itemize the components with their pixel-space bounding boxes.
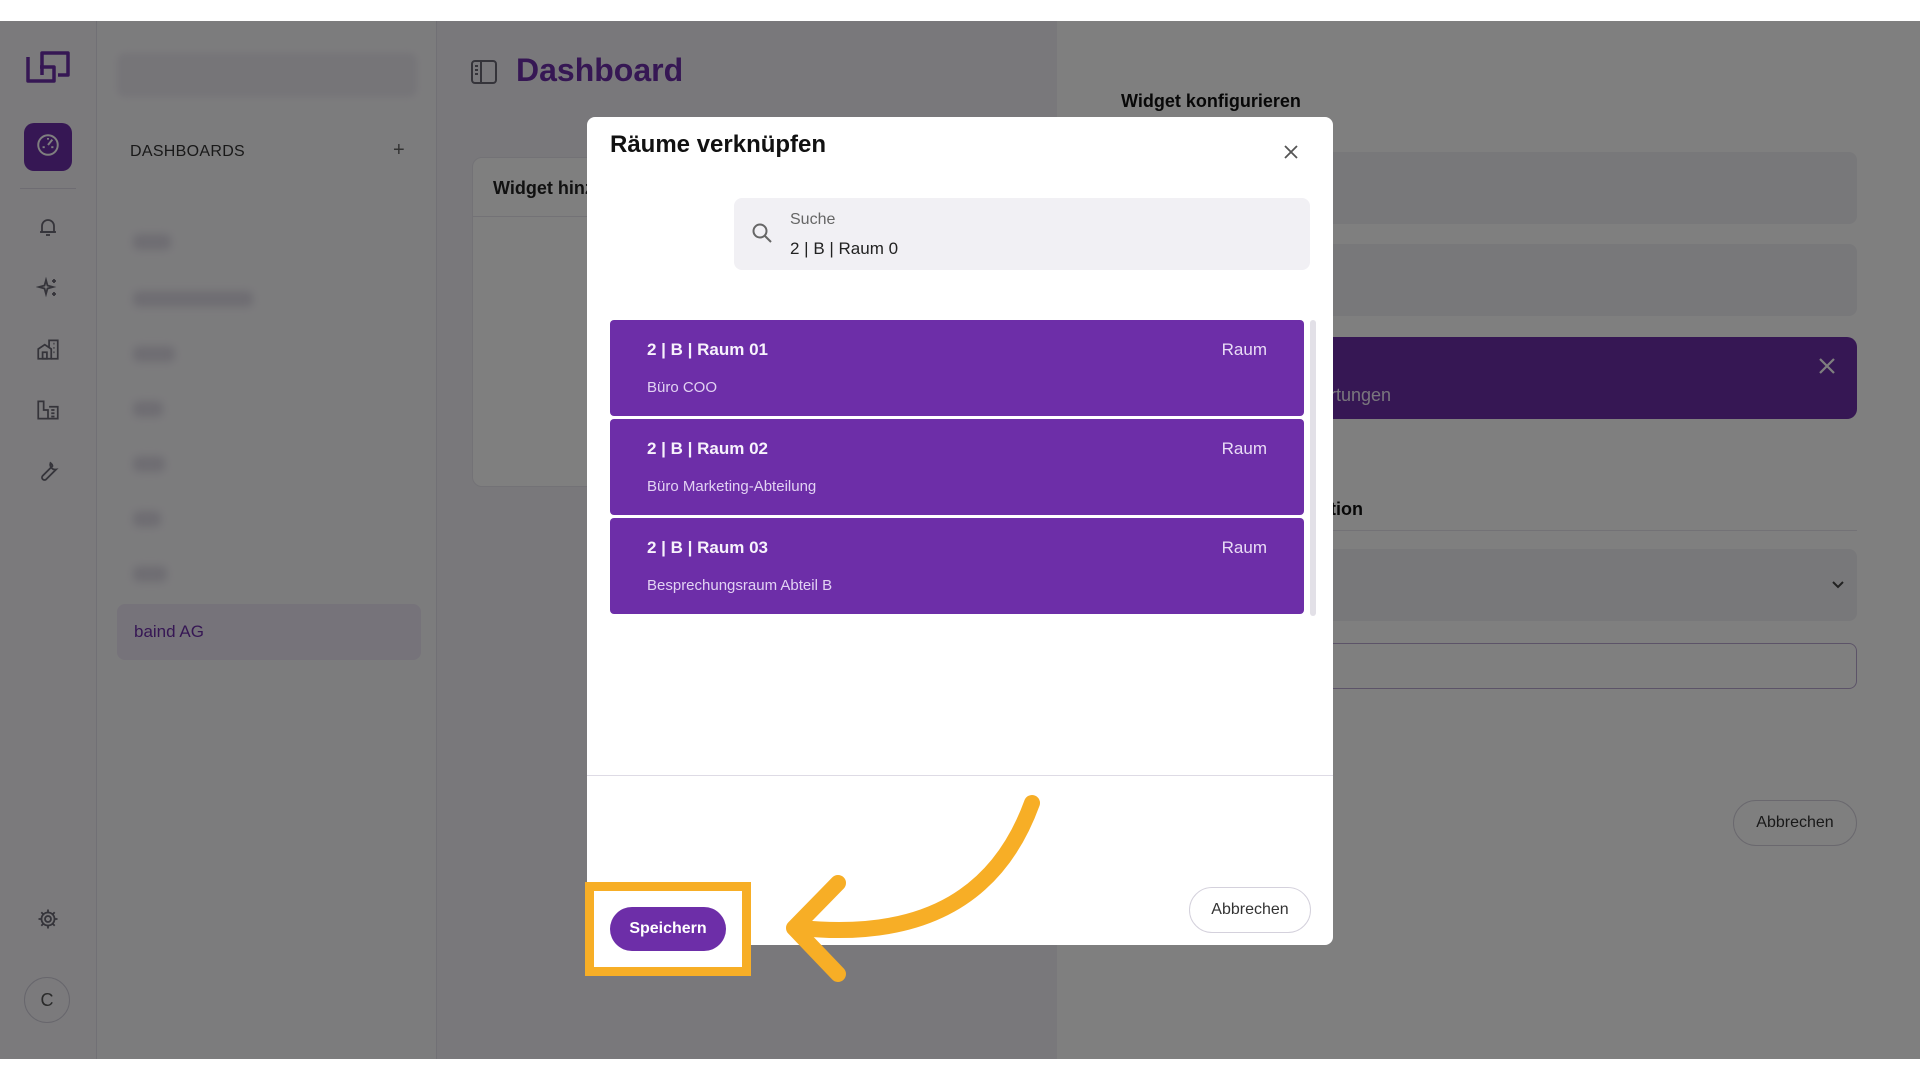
search-label: Suche [790, 211, 836, 228]
room-name: 2 | B | Raum 03 [647, 538, 769, 557]
room-description: Büro Marketing-Abteilung [647, 478, 817, 495]
search-input[interactable]: Suche 2 | B | Raum 0 [734, 198, 1310, 270]
room-row[interactable]: 2 | B | Raum 02 Raum Büro Marketing-Abte… [610, 419, 1304, 515]
save-label: Speichern [629, 920, 707, 937]
room-description: Besprechungsraum Abteil B [647, 577, 833, 594]
dialog-title: Räume verknüpfen [610, 131, 827, 158]
room-name: 2 | B | Raum 02 [647, 439, 769, 458]
list-scrollbar[interactable] [1310, 320, 1316, 616]
dialog-cancel-button[interactable]: Abbrechen [1189, 887, 1311, 933]
search-value: 2 | B | Raum 0 [790, 239, 899, 258]
dialog-footer-divider [587, 775, 1333, 776]
search-icon [751, 222, 773, 249]
room-type: Raum [1221, 538, 1267, 557]
room-row[interactable]: 2 | B | Raum 01 Raum Büro COO [610, 320, 1304, 416]
close-icon[interactable] [1284, 145, 1298, 164]
room-name: 2 | B | Raum 01 [647, 340, 769, 359]
save-button[interactable]: Speichern [610, 907, 726, 951]
room-row[interactable]: 2 | B | Raum 03 Raum Besprechungsraum Ab… [610, 518, 1304, 614]
app-frame: C DASHBOARDS + baind AG Dashboard Widget… [0, 21, 1920, 1059]
dialog-cancel-label: Abbrechen [1211, 901, 1289, 918]
room-type: Raum [1221, 439, 1267, 458]
callout-arrow-icon [786, 795, 1040, 982]
room-description: Büro COO [647, 379, 718, 396]
room-type: Raum [1221, 340, 1267, 359]
